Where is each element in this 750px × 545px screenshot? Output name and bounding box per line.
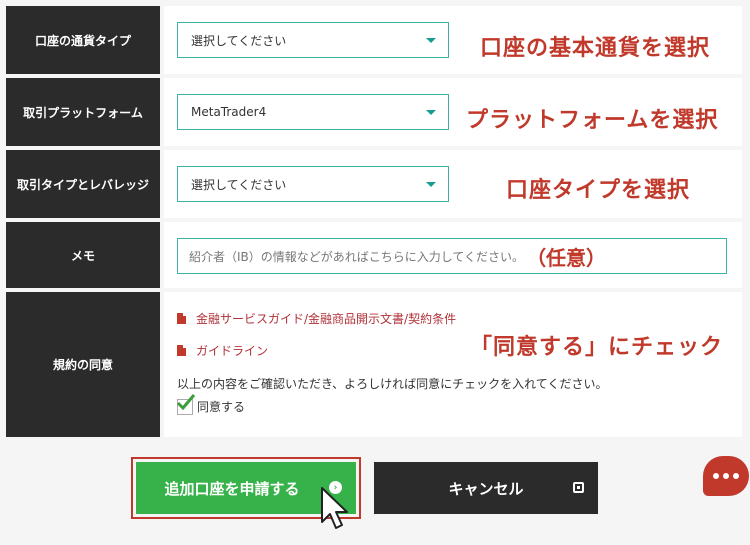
cancel-button[interactable]: キャンセル [374,462,598,514]
currency-annotation: 口座の基本通貨を選択 [480,36,711,61]
pdf-icon [177,313,186,324]
memo-input[interactable]: 紹介者（IB）の情報などがあればこちらに入力してください。 （任意） [177,238,727,274]
submit-button-label: 追加口座を申請する [164,479,300,498]
account-type-select-value: 選択してください [191,177,287,192]
terms-link-service-guide[interactable]: 金融サービスガイド/金融商品開示文書/契約条件 [177,310,456,327]
memo-placeholder: 紹介者（IB）の情報などがあればこちらに入力してください。 [189,249,525,264]
mouse-pointer-icon [321,487,348,529]
checkmark-icon [176,393,196,415]
platform-annotation: プラットフォームを選択 [466,108,719,133]
platform-select-value: MetaTrader4 [191,105,267,119]
account-type-label: 取引タイプとレバレッジ [6,150,160,218]
currency-select[interactable]: 選択してください [177,22,449,58]
terms-link-guideline-text: ガイドライン [196,344,269,358]
platform-label: 取引プラットフォーム [6,78,160,146]
terms-link-service-guide-text: 金融サービスガイド/金融商品開示文書/契約条件 [196,312,457,326]
terms-cell: 金融サービスガイド/金融商品開示文書/契約条件 ガイドライン 以上の内容をご確認… [164,292,742,437]
terms-notice: 以上の内容をご確認いただき、よろしければ同意にチェックを入れてください。 [177,377,608,391]
chevron-down-icon [426,110,436,115]
memo-annotation: （任意） [526,245,607,270]
terms-row: 規約の同意 金融サービスガイド/金融商品開示文書/契約条件 ガイドライン 以上の… [6,292,742,437]
chat-bubble-icon[interactable] [703,456,749,496]
agree-label: 同意する [197,400,246,414]
chevron-down-icon [426,182,436,187]
currency-label: 口座の通貨タイプ [6,6,160,74]
memo-label: メモ [6,222,160,288]
platform-select[interactable]: MetaTrader4 [177,94,449,130]
close-square-icon [573,482,584,493]
terms-label: 規約の同意 [6,292,160,437]
memo-cell: 紹介者（IB）の情報などがあればこちらに入力してください。 （任意） [164,222,742,288]
chevron-down-icon [426,38,436,43]
terms-link-guideline[interactable]: ガイドライン [177,342,268,359]
memo-row: メモ 紹介者（IB）の情報などがあればこちらに入力してください。 （任意） [6,222,742,288]
agree-checkbox[interactable]: 同意する [176,393,246,415]
cancel-button-label: キャンセル [448,479,524,498]
terms-annotation: 「同意する」にチェック [470,335,724,360]
currency-select-value: 選択してください [191,33,287,48]
account-type-select[interactable]: 選択してください [177,166,449,202]
account-type-annotation: 口座タイプを選択 [506,178,691,203]
pdf-icon [177,345,186,356]
